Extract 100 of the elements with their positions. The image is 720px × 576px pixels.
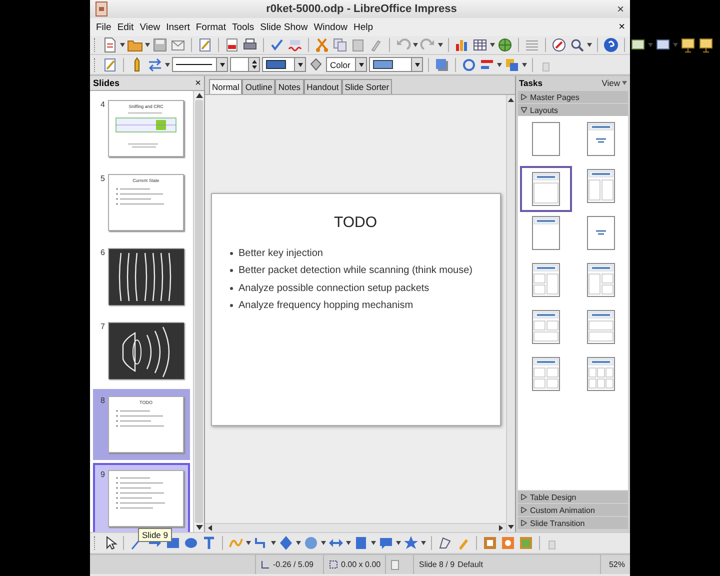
caret-icon[interactable] bbox=[414, 62, 420, 66]
view-tab[interactable]: Slide Sorter bbox=[342, 79, 392, 94]
menu-item[interactable]: View bbox=[136, 20, 164, 34]
color-swatch bbox=[266, 60, 286, 69]
spellcheck-icon[interactable] bbox=[269, 37, 285, 53]
view-menu-button[interactable]: View bbox=[602, 78, 627, 88]
scroll-down-icon[interactable] bbox=[196, 525, 202, 530]
caret-icon[interactable] bbox=[413, 43, 418, 47]
panel-section-header[interactable]: Master Pages bbox=[518, 91, 628, 103]
edit-document-icon[interactable] bbox=[102, 56, 118, 72]
presentation-icon[interactable] bbox=[698, 37, 714, 53]
spin-arrows-icon[interactable] bbox=[252, 60, 256, 69]
scroll-left-icon[interactable] bbox=[208, 525, 212, 531]
caret-icon[interactable] bbox=[321, 541, 326, 545]
caret-icon[interactable] bbox=[522, 62, 527, 66]
slide-number: 9 bbox=[100, 470, 105, 481]
view-tab[interactable]: Normal bbox=[209, 79, 242, 94]
caret-icon[interactable] bbox=[298, 62, 302, 66]
bar-chart-icon[interactable] bbox=[454, 37, 470, 53]
line-style-dropdown[interactable] bbox=[172, 57, 228, 72]
shadow-icon[interactable] bbox=[434, 56, 450, 72]
menu-item[interactable]: Help bbox=[350, 20, 376, 34]
document-icon[interactable] bbox=[102, 37, 118, 53]
caret-icon[interactable] bbox=[371, 541, 376, 545]
caret-icon[interactable] bbox=[346, 541, 351, 545]
scroll-up-icon[interactable] bbox=[196, 93, 202, 98]
panel-section-header[interactable]: Custom Animation bbox=[518, 504, 628, 516]
rotate-icon[interactable] bbox=[461, 56, 477, 72]
slide-thumbnail-item[interactable]: 9 bbox=[93, 463, 190, 532]
close-document-button[interactable]: × bbox=[616, 21, 627, 33]
caret-icon[interactable] bbox=[145, 43, 150, 47]
autospellcheck-icon[interactable] bbox=[287, 37, 303, 53]
zoom-icon[interactable] bbox=[569, 37, 585, 53]
ellipse-icon[interactable] bbox=[183, 535, 199, 551]
menu-item[interactable]: Slide Show bbox=[257, 20, 311, 34]
arrange-icon[interactable] bbox=[504, 56, 520, 72]
caret-icon[interactable] bbox=[271, 541, 276, 545]
menu-item[interactable]: Window bbox=[310, 20, 350, 34]
bullet-icon bbox=[230, 286, 232, 290]
edit-document-icon[interactable] bbox=[197, 37, 213, 53]
line-color-dropdown[interactable] bbox=[262, 57, 306, 72]
zoom-level: 52% bbox=[608, 560, 625, 569]
area-fill-dropdown[interactable] bbox=[369, 57, 423, 72]
scrollbar-thumb[interactable] bbox=[195, 100, 203, 523]
caret-icon[interactable] bbox=[358, 62, 364, 66]
help-icon[interactable] bbox=[603, 37, 619, 53]
scroll-up-icon[interactable] bbox=[508, 98, 514, 102]
speech-bubble-icon[interactable] bbox=[378, 535, 394, 551]
object-size: 0.00 x 0.00 bbox=[341, 560, 381, 569]
scroll-down-icon[interactable] bbox=[508, 525, 514, 529]
caret-icon[interactable] bbox=[120, 43, 125, 47]
caret-icon[interactable] bbox=[438, 43, 443, 47]
text-icon[interactable] bbox=[201, 535, 217, 551]
menu-item[interactable]: Tools bbox=[228, 20, 258, 34]
diamond-icon[interactable] bbox=[278, 535, 294, 551]
close-button[interactable]: × bbox=[614, 2, 626, 16]
copy-icon[interactable] bbox=[332, 37, 348, 53]
panel-section-header[interactable]: Slide Transition bbox=[518, 517, 628, 529]
caret-icon[interactable] bbox=[587, 43, 592, 47]
layout-option[interactable] bbox=[520, 166, 572, 212]
slide-number: 7 bbox=[100, 322, 105, 333]
pdf-icon[interactable] bbox=[224, 37, 240, 53]
points-icon[interactable] bbox=[437, 535, 453, 551]
arrows-icon[interactable] bbox=[147, 56, 163, 72]
panel-section-header[interactable]: Table Design bbox=[518, 491, 628, 503]
view-tab[interactable]: Notes bbox=[275, 79, 304, 94]
bullet-icon bbox=[230, 252, 232, 254]
caret-icon[interactable] bbox=[220, 62, 224, 66]
bullet-icon bbox=[230, 304, 232, 307]
menu-item[interactable]: Insert bbox=[163, 20, 193, 34]
flowchart-icon[interactable] bbox=[353, 535, 369, 551]
menu-item[interactable]: Format bbox=[192, 20, 229, 34]
caret-icon[interactable] bbox=[165, 62, 170, 66]
compass-icon[interactable] bbox=[551, 37, 567, 53]
table-icon[interactable] bbox=[472, 37, 488, 53]
slide-title: TODO bbox=[334, 214, 378, 230]
layout-preview-drawing bbox=[532, 357, 560, 391]
caret-icon[interactable] bbox=[490, 43, 495, 47]
view-tab[interactable]: Handout bbox=[304, 79, 342, 94]
slide-number: 5 bbox=[100, 174, 105, 185]
area-style-dropdown[interactable]: Color bbox=[326, 57, 367, 72]
caret-icon[interactable] bbox=[296, 541, 301, 545]
view-tab[interactable]: Outline bbox=[242, 79, 276, 94]
close-pane-button[interactable]: × bbox=[195, 78, 201, 88]
star-icon[interactable] bbox=[403, 535, 419, 551]
scissors-icon[interactable] bbox=[314, 37, 330, 53]
caret-icon[interactable] bbox=[497, 62, 502, 66]
caret-icon[interactable] bbox=[396, 541, 401, 545]
caret-icon[interactable] bbox=[421, 541, 426, 545]
size-icon bbox=[329, 560, 338, 569]
bullet-text: Analyze frequency hopping mechanism bbox=[238, 300, 414, 311]
caret-icon[interactable] bbox=[246, 541, 251, 545]
globe-icon[interactable] bbox=[497, 37, 513, 53]
panel-section-header[interactable]: Layouts bbox=[518, 104, 628, 116]
line-width-field[interactable] bbox=[230, 57, 260, 72]
clipboard-icon[interactable] bbox=[350, 37, 366, 53]
scroll-right-icon[interactable] bbox=[499, 525, 503, 531]
menu-item[interactable]: File bbox=[93, 20, 114, 34]
menu-item[interactable]: Edit bbox=[114, 20, 137, 34]
presentation-icon[interactable] bbox=[680, 37, 696, 53]
